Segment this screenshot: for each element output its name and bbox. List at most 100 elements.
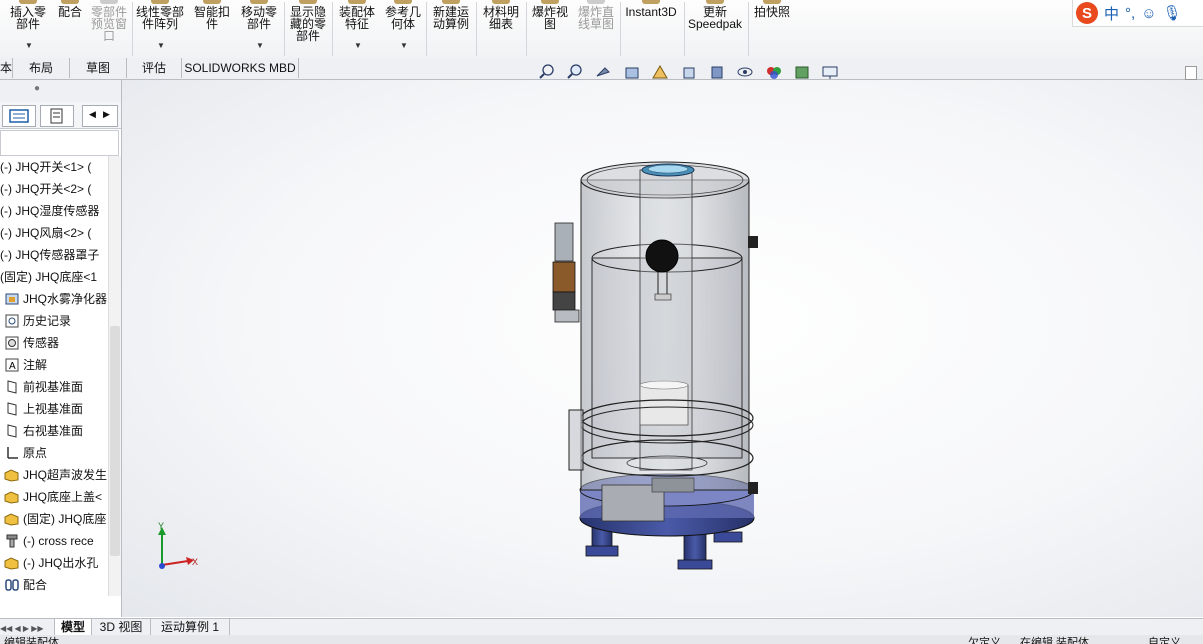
new-motion-study-button[interactable]: 新建运 动算例 [428, 0, 474, 58]
subassembly-icon [4, 511, 20, 526]
panel-grip-icon[interactable]: ● [34, 83, 40, 94]
apply-scene-icon[interactable] [793, 64, 811, 80]
speedpak-icon [706, 0, 724, 4]
tree-item[interactable]: JHQ水雾净化器 [0, 288, 107, 310]
ime-mode-toggle[interactable]: 中 [1104, 3, 1119, 24]
sogou-logo-icon: S [1076, 2, 1098, 24]
insert-component-button[interactable]: 插入零 部件 ▼ [2, 0, 54, 58]
tree-item[interactable]: (固定) JHQ底座 [0, 508, 106, 530]
tab-model[interactable]: 模型 [55, 619, 92, 635]
tree-item[interactable]: (-) JHQ传感器罩子 [0, 244, 99, 266]
split-view-button[interactable] [1185, 66, 1197, 80]
tree-item[interactable]: 配合 [0, 574, 47, 596]
explode-line-sketch-button[interactable]: 爆炸直 线草图 [574, 0, 618, 58]
axis-triad [158, 527, 194, 569]
tree-item[interactable]: 传感器 [0, 332, 59, 354]
status-custom-units[interactable]: 自定义 [1148, 635, 1181, 644]
tree-item[interactable]: (固定) JHQ底座<1 [0, 266, 97, 288]
tree-item[interactable]: (-) JHQ湿度传感器 [0, 200, 99, 222]
view-settings-icon[interactable] [821, 64, 839, 80]
sogou-ime-toolbar[interactable]: S 中 °, ☺ 🎙 [1072, 0, 1203, 27]
mate-icon [61, 0, 79, 4]
svg-text:A: A [9, 361, 16, 372]
tree-item[interactable]: (-) JHQ开关<2> ( [0, 178, 91, 200]
linear-pattern-button[interactable]: 线性零部 件阵列 ▼ [134, 0, 186, 58]
view-orientation-icon[interactable] [680, 64, 698, 80]
update-speedpak-button[interactable]: 更新 Speedpak [686, 0, 744, 58]
tab-motion-study-1[interactable]: 运动算例 1 [151, 619, 230, 635]
status-definition: 欠定义 [968, 637, 1001, 644]
status-editing: 在编辑 装配体 [1020, 637, 1090, 644]
tree-item[interactable]: 原点 [0, 442, 47, 464]
chevron-down-icon[interactable]: ▼ [256, 40, 264, 52]
panel-tab-strip: ◀ ▶ [0, 102, 121, 129]
ime-punct-toggle[interactable]: °, [1125, 5, 1135, 22]
bill-of-materials-button[interactable]: 材料明 细表 [478, 0, 524, 58]
component-preview-button[interactable]: 零部件 预览窗 口 [88, 0, 130, 58]
hide-show-items-icon[interactable] [736, 64, 754, 80]
chevron-down-icon[interactable]: ▼ [354, 40, 362, 52]
tree-item[interactable]: (-) cross rece [0, 530, 94, 552]
assembly-model[interactable]: Y X [122, 80, 1203, 617]
tab-3d-view[interactable]: 3D 视图 [92, 619, 151, 635]
tab-sketch[interactable]: 草图 [70, 58, 127, 78]
feature-tree-tab[interactable] [2, 105, 36, 127]
tree-item-label: 上视基准面 [23, 402, 84, 416]
tree-item[interactable]: JHQ底座上盖< [0, 486, 102, 508]
tree-item-label: (固定) JHQ底座 [23, 512, 107, 526]
tree-item[interactable]: A 注解 [0, 354, 47, 376]
annotation-icon: A [4, 357, 20, 372]
tab-layout[interactable]: 布局 [13, 58, 70, 78]
smart-fasteners-button[interactable]: 智能扣 件 [190, 0, 234, 58]
tree-item[interactable]: 右视基准面 [0, 420, 83, 442]
tree-item[interactable]: 前视基准面 [0, 376, 83, 398]
mate-button[interactable]: 配合 [54, 0, 86, 58]
tree-item[interactable]: 历史记录 [0, 310, 71, 332]
take-snapshot-button[interactable]: 拍快照 [750, 0, 794, 58]
tree-scrollbar[interactable] [108, 156, 121, 596]
reference-geometry-icon [394, 0, 412, 4]
edit-appearance-icon[interactable] [765, 64, 783, 80]
chevron-down-icon[interactable]: ▼ [400, 40, 408, 52]
subassembly-icon [4, 489, 20, 504]
tab-assembly[interactable]: 本 [0, 58, 13, 78]
instant3d-button[interactable]: Instant3D [622, 0, 680, 58]
chevron-down-icon[interactable]: ▼ [25, 40, 33, 52]
previous-view-icon[interactable] [595, 64, 613, 80]
tree-item[interactable]: (-) JHQ出水孔 [0, 552, 98, 574]
scrollbar-thumb[interactable] [110, 326, 120, 556]
microphone-icon[interactable]: 🎙 [1163, 4, 1182, 22]
panel-scroll-arrows[interactable]: ◀ ▶ [82, 105, 118, 127]
exploded-view-button[interactable]: 爆炸视 图 [528, 0, 572, 58]
chevron-right-icon[interactable]: ▶ [103, 109, 110, 120]
assembly-features-button[interactable]: 装配体 特征 ▼ [334, 0, 380, 58]
assembly-feature-icon [348, 0, 366, 4]
section-view-icon[interactable] [623, 64, 641, 80]
zoom-to-fit-icon[interactable] [538, 64, 556, 80]
tree-item[interactable]: 上视基准面 [0, 398, 83, 420]
chevron-left-icon[interactable]: ◀ [89, 109, 96, 120]
zoom-area-icon[interactable] [566, 64, 584, 80]
display-style-icon[interactable] [708, 64, 726, 80]
tree-filter-input[interactable] [0, 130, 119, 156]
tab-evaluate[interactable]: 评估 [127, 58, 182, 78]
camera-icon [763, 0, 781, 4]
smiley-icon[interactable]: ☺ [1141, 5, 1156, 22]
dynamic-annotation-icon[interactable] [651, 64, 669, 80]
property-manager-tab[interactable] [40, 105, 74, 127]
tab-solidworks-mbd[interactable]: SOLIDWORKS MBD [182, 58, 299, 78]
graphics-area[interactable]: Y X [122, 64, 1203, 617]
status-left: 编辑装配体 [4, 637, 59, 644]
tree-item[interactable]: (-) JHQ风扇<2> ( [0, 222, 91, 244]
chevron-down-icon[interactable]: ▼ [157, 40, 165, 52]
move-component-button[interactable]: 移动零 部件 ▼ [236, 0, 282, 58]
tree-item[interactable]: JHQ超声波发生 [0, 464, 107, 486]
plane-icon [4, 401, 20, 416]
show-hidden-components-button[interactable]: 显示隐 藏的零 部件 [286, 0, 330, 58]
property-icon [50, 108, 63, 124]
motion-study-icon [442, 0, 460, 4]
reference-geometry-button[interactable]: 参考几 何体 ▼ [382, 0, 424, 58]
tab-scroll-arrows[interactable]: ◀◀ ◀ ▶ ▶▶ [0, 619, 55, 635]
tree-item[interactable]: (-) JHQ开关<1> ( [0, 156, 91, 178]
command-manager-ribbon: 插入零 部件 ▼ 配合 零部件 预览窗 口 线性零部 件阵列 ▼ 智能扣 件 移动零… [0, 0, 1203, 59]
